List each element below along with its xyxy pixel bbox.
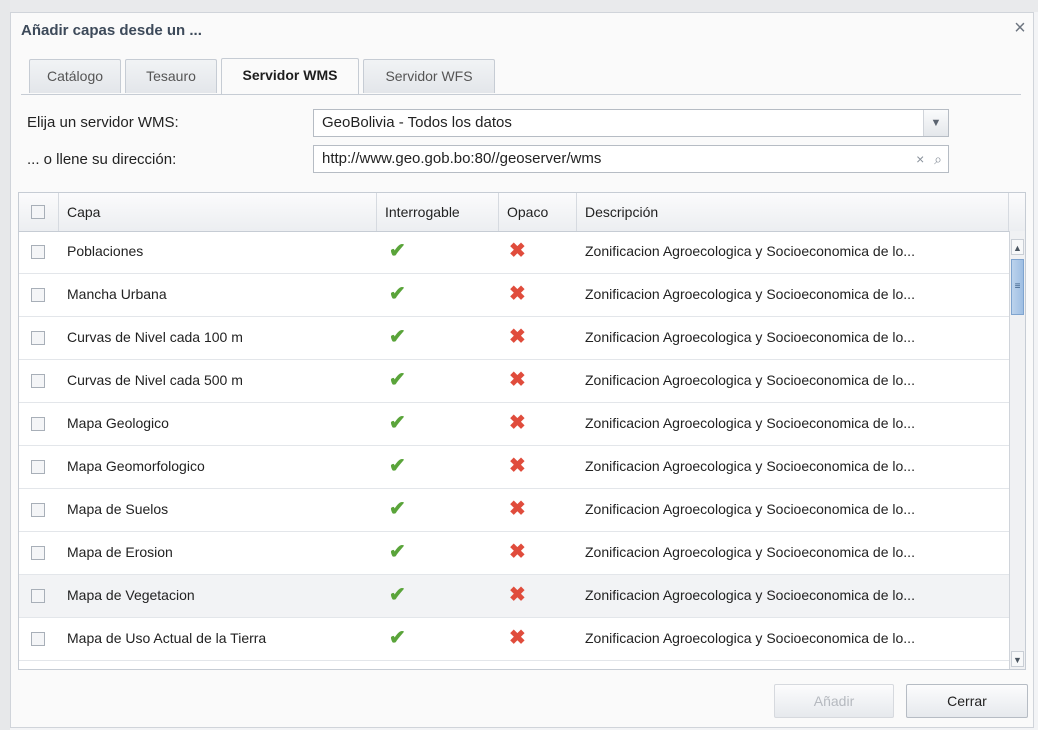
close-button[interactable]: Cerrar (906, 684, 1028, 718)
x-icon: ✖ (509, 455, 526, 477)
table-row[interactable]: Mapa de Suelos ✔ ✖ Zonificacion Agroecologi… (19, 489, 1009, 532)
check-icon: ✔ (389, 369, 406, 391)
table-row[interactable]: Mapa Geologico ✔ ✖ Zonificacion Agroecologi… (19, 403, 1009, 446)
server-select-value: GeoBolivia - Todos los datos (322, 114, 512, 131)
cell-descripcion: Zonificacion Agroecologica y Socioeconom… (585, 415, 915, 431)
add-button[interactable]: Añadir (774, 684, 894, 718)
cell-capa: Mapa Geologico (67, 415, 169, 431)
row-checkbox[interactable] (31, 589, 45, 603)
grid-header: Capa Interrogable Opaco Descripción (19, 193, 1025, 232)
cell-capa: Mapa de Erosion (67, 544, 173, 560)
cell-descripcion: Zonificacion Agroecologica y Socioeconom… (585, 286, 915, 302)
x-icon: ✖ (509, 498, 526, 520)
scroll-up-icon[interactable]: ▲ (1011, 239, 1024, 255)
tab-tesauro[interactable]: Tesauro (125, 59, 217, 93)
x-icon: ✖ (509, 541, 526, 563)
chevron-down-icon[interactable]: ▼ (923, 110, 948, 136)
x-icon: ✖ (509, 326, 526, 348)
tab-servidor-wfs[interactable]: Servidor WFS (363, 59, 495, 93)
cell-descripcion: Zonificacion Agroecologica y Socioeconom… (585, 501, 915, 517)
scroll-down-icon[interactable]: ▼ (1011, 651, 1024, 667)
table-row[interactable]: Mancha Urbana ✔ ✖ Zonificacion Agroecologic… (19, 274, 1009, 317)
check-icon: ✔ (389, 584, 406, 606)
header-descripcion[interactable]: Descripción (577, 193, 1009, 231)
check-icon: ✔ (389, 627, 406, 649)
url-input-value: http://www.geo.gob.bo:80//geoserver/wms (322, 150, 602, 167)
cell-descripcion: Zonificacion Agroecologica y Socioeconom… (585, 329, 915, 345)
url-input[interactable]: http://www.geo.gob.bo:80//geoserver/wms … (313, 145, 949, 173)
row-checkbox[interactable] (31, 417, 45, 431)
cell-capa: Mancha Urbana (67, 286, 167, 302)
table-row[interactable]: Mapa de Vegetacion ✔ ✖ Zonificacion Agroeco… (19, 575, 1009, 618)
cell-descripcion: Zonificacion Agroecologica y Socioeconom… (585, 372, 915, 388)
cell-capa: Curvas de Nivel cada 500 m (67, 372, 243, 388)
x-icon: ✖ (509, 584, 526, 606)
tab-bar: Catálogo Tesauro Servidor WMS Servidor W… (21, 54, 1021, 95)
header-interrogable[interactable]: Interrogable (377, 193, 499, 231)
server-select[interactable]: GeoBolivia - Todos los datos ▼ (313, 109, 949, 137)
x-icon: ✖ (509, 412, 526, 434)
url-label: ... o llene su dirección: (27, 151, 177, 168)
cell-capa: Mapa de Uso Actual de la Tierra (67, 630, 267, 646)
x-icon: ✖ (509, 627, 526, 649)
x-icon: ✖ (509, 369, 526, 391)
close-icon[interactable]: × (1011, 18, 1029, 38)
row-checkbox[interactable] (31, 546, 45, 560)
table-row[interactable]: Poblaciones ✔ ✖ Zonificacion Agroecologica … (19, 231, 1009, 274)
check-icon: ✔ (389, 541, 406, 563)
cell-descripcion: Zonificacion Agroecologica y Socioeconom… (585, 243, 915, 259)
scroll-thumb[interactable]: ≡ (1011, 259, 1024, 315)
row-checkbox[interactable] (31, 460, 45, 474)
check-icon: ✔ (389, 412, 406, 434)
background-left (0, 0, 10, 730)
row-checkbox[interactable] (31, 245, 45, 259)
cell-capa: Curvas de Nivel cada 100 m (67, 329, 243, 345)
cell-capa: Mapa Geomorfologico (67, 458, 205, 474)
x-icon: ✖ (509, 283, 526, 305)
row-checkbox[interactable] (31, 331, 45, 345)
check-icon: ✔ (389, 498, 406, 520)
table-row[interactable]: Curvas de Nivel cada 100 m ✔ ✖ Zonificacion… (19, 317, 1009, 360)
background-strip (0, 0, 1038, 12)
tab-catalogo[interactable]: Catálogo (29, 59, 121, 93)
table-row[interactable]: Mapa Geomorfologico ✔ ✖ Zonificacion Agroec… (19, 446, 1009, 489)
x-icon: ✖ (509, 240, 526, 262)
cell-capa: Mapa de Vegetacion (67, 587, 195, 603)
layers-grid: Capa Interrogable Opaco Descripción Pobl… (18, 192, 1026, 670)
cell-descripcion: Zonificacion Agroecologica y Socioeconom… (585, 458, 915, 474)
clear-icon[interactable]: × (916, 151, 924, 167)
row-checkbox[interactable] (31, 374, 45, 388)
cell-descripcion: Zonificacion Agroecologica y Socioeconom… (585, 587, 915, 603)
server-label: Elija un servidor WMS: (27, 114, 179, 131)
dialog-title: Añadir capas desde un ... (21, 22, 202, 39)
tab-servidor-wms[interactable]: Servidor WMS (221, 58, 359, 94)
header-spacer (1009, 193, 1025, 231)
row-checkbox[interactable] (31, 503, 45, 517)
header-opaco[interactable]: Opaco (499, 193, 577, 231)
cell-capa: Poblaciones (67, 243, 144, 259)
check-icon: ✔ (389, 283, 406, 305)
table-row[interactable]: Mapa de Uso Actual de la Tierra ✔ ✖ Zonific… (19, 618, 1009, 661)
search-icon[interactable]: ⌕ (934, 151, 942, 167)
select-all-checkbox[interactable] (31, 205, 45, 219)
check-icon: ✔ (389, 240, 406, 262)
header-capa[interactable]: Capa (59, 193, 377, 231)
cell-capa: Mapa de Suelos (67, 501, 169, 517)
grid-scrollbar[interactable]: ▲ ≡ ▼ (1009, 231, 1025, 669)
table-row[interactable]: Curvas de Nivel cada 500 m ✔ ✖ Zonificacion… (19, 360, 1009, 403)
table-row[interactable]: Mapa de Erosion ✔ ✖ Zonificacion Agroecolog… (19, 532, 1009, 575)
cell-descripcion: Zonificacion Agroecologica y Socioeconom… (585, 544, 915, 560)
row-checkbox[interactable] (31, 288, 45, 302)
check-icon: ✔ (389, 326, 406, 348)
cell-descripcion: Zonificacion Agroecologica y Socioeconom… (585, 630, 915, 646)
select-all-cell (19, 193, 59, 231)
row-checkbox[interactable] (31, 632, 45, 646)
check-icon: ✔ (389, 455, 406, 477)
